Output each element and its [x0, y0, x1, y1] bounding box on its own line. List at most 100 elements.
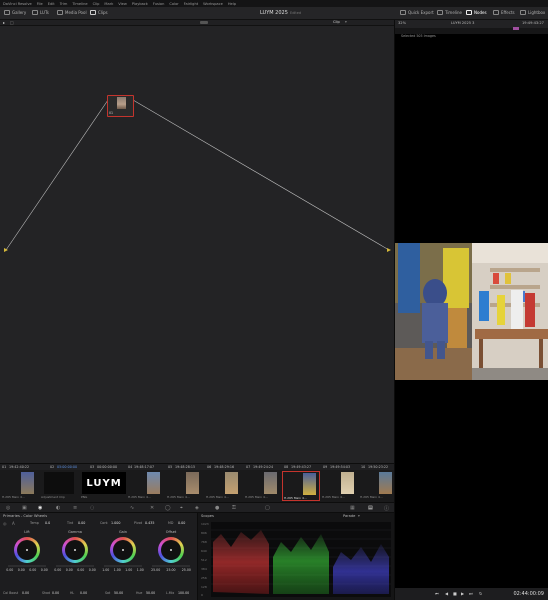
pivot-value[interactable]: 0.435 — [145, 521, 154, 525]
timeline-button[interactable]: Timeline — [437, 10, 462, 15]
tint-label: Tint — [67, 521, 74, 525]
menu-item-file[interactable]: File — [37, 2, 43, 6]
menu-item-fusion[interactable]: Fusion — [153, 2, 165, 6]
menu-item-fairlight[interactable]: Fairlight — [184, 2, 198, 6]
pointer-tool-icon[interactable]: ▸ — [3, 20, 5, 25]
clip-thumbnail[interactable]: H.265 Main 4... — [359, 471, 397, 501]
sizing-icon[interactable]: ▢ — [265, 505, 270, 511]
gamma-wheel[interactable] — [62, 537, 88, 563]
scope-mode-dropdown[interactable]: Parade — [343, 514, 355, 518]
col-boost-value[interactable]: 0.00 — [22, 591, 29, 595]
loop-icon[interactable]: ↻ — [479, 591, 482, 596]
gain-wheel[interactable] — [110, 537, 136, 563]
menu-item-playback[interactable]: Playback — [132, 2, 148, 6]
camera-raw-icon[interactable]: ◎ — [6, 505, 10, 511]
qualifier-icon[interactable]: ✕ — [150, 505, 154, 511]
clip-thumbnail[interactable]: H.265 Main 4... — [166, 471, 204, 501]
info-icon[interactable]: ⓘ — [384, 505, 389, 512]
offset-master-slider[interactable] — [152, 565, 190, 567]
node-editor[interactable] — [0, 26, 394, 463]
3d-icon[interactable]: ▦ — [350, 505, 355, 511]
nodes-button[interactable]: Nodes — [466, 10, 487, 15]
lift-master-slider[interactable] — [8, 565, 46, 567]
gamma-wheel-group: Gamma 0.00 0.00 0.00 0.00 — [52, 530, 98, 580]
clip-timecode: 19:42:40:22 — [9, 465, 30, 469]
auto-icon[interactable]: A — [12, 521, 15, 526]
blur-icon[interactable]: ● — [215, 505, 219, 511]
lum-mix-value[interactable]: 100.00 — [178, 591, 189, 595]
menu-item-workspace[interactable]: Workspace — [203, 2, 223, 6]
lift-wheel[interactable] — [14, 537, 40, 563]
color-swatch-icon[interactable] — [513, 27, 519, 30]
offset-wheel[interactable] — [158, 537, 184, 563]
gain-title: Gain — [118, 530, 128, 534]
md-label: MD — [168, 521, 174, 525]
gain-master-slider[interactable] — [104, 565, 142, 567]
play-icon[interactable]: ▶ — [461, 591, 464, 596]
auto-balance-icon[interactable]: ◎ — [3, 521, 7, 526]
menu-item-mark[interactable]: Mark — [104, 2, 113, 6]
menu-item-view[interactable]: View — [118, 2, 127, 6]
hue-value[interactable]: 50.00 — [146, 591, 155, 595]
gamma-master-slider[interactable] — [56, 565, 94, 567]
selected-images-label[interactable]: Selected 505 Images — [401, 34, 436, 38]
clips-button[interactable]: Clips — [90, 10, 108, 15]
color-match-icon[interactable]: ▣ — [22, 505, 27, 511]
menu-item-trim[interactable]: Trim — [60, 2, 68, 6]
effects-button[interactable]: Effects — [493, 10, 515, 15]
luts-button[interactable]: LUTs — [32, 10, 49, 15]
play-reverse-icon[interactable]: ◀ — [445, 591, 448, 596]
contrast-value[interactable]: 1.000 — [111, 521, 120, 525]
scopes-header: Scopes Parade ▾ — [198, 513, 395, 520]
export-icon — [400, 10, 406, 15]
scopes-icon[interactable]: ▤ — [368, 505, 373, 511]
clip-thumbnail[interactable]: H.265 Main 4... — [205, 471, 243, 501]
clip-number: 04 — [128, 465, 133, 469]
menu-item-app[interactable]: DaVinci Resolve — [3, 2, 32, 6]
magic-mask-icon[interactable]: ◈ — [195, 505, 199, 511]
tracker-icon[interactable]: ⌖ — [180, 505, 183, 511]
next-frame-icon[interactable]: ⏭ — [469, 591, 473, 596]
zoom-level[interactable]: 32% — [398, 21, 406, 25]
tint-value[interactable]: 0.00 — [78, 521, 85, 525]
menu-item-clip[interactable]: Clip — [93, 2, 100, 6]
window-icon[interactable]: ◯ — [165, 505, 171, 511]
previous-frame-icon[interactable]: ⏮ — [435, 591, 439, 596]
lightbox-button[interactable]: Lightbox — [520, 10, 545, 15]
motion-effects-icon[interactable]: ◌ — [90, 505, 94, 511]
clip-timecode: 05:00:00:00 — [57, 465, 78, 469]
media-pool-button[interactable]: Media Pool — [57, 10, 87, 15]
clip-dropdown[interactable]: Clip — [333, 20, 340, 24]
rgb-mixer-icon[interactable]: ≡ — [73, 505, 77, 511]
menu-item-color[interactable]: Color — [169, 2, 178, 6]
menu-item-help[interactable]: Help — [228, 2, 236, 6]
shad-value[interactable]: 0.00 — [52, 591, 59, 595]
clip-thumbnail[interactable]: Adjustment Clip — [40, 471, 78, 501]
clip-thumbnail[interactable]: H.265 Main 4... — [1, 471, 39, 501]
clip-thumbnail[interactable]: LUYM PNG — [80, 471, 127, 501]
sat-value[interactable]: 50.00 — [114, 591, 123, 595]
hdr-icon[interactable]: ◐ — [56, 505, 60, 511]
hand-tool-icon[interactable]: □ — [10, 20, 14, 25]
key-icon[interactable]: ⚿ — [232, 505, 236, 511]
curves-icon[interactable]: ∿ — [130, 505, 134, 511]
color-wheels-icon[interactable]: ◉ — [38, 505, 42, 511]
color-wheels-title: Primaries - Color Wheels — [3, 514, 48, 518]
md-value[interactable]: 0.00 — [178, 521, 185, 525]
clip-thumbnail[interactable]: H.265 Main 4... — [321, 471, 359, 501]
clip-thumbnail[interactable]: H.265 Main 4... — [127, 471, 165, 501]
menu-item-timeline[interactable]: Timeline — [72, 2, 87, 6]
clip-thumbnail[interactable]: H.265 Main 4... — [244, 471, 282, 501]
clip-thumbnail-selected[interactable]: H.265 Main 4... — [282, 471, 320, 501]
hl-value[interactable]: 0.00 — [80, 591, 87, 595]
quick-export-button[interactable]: Quick Export — [400, 10, 434, 15]
node-graph-page-dot[interactable] — [200, 21, 208, 24]
viewer-canvas[interactable] — [395, 34, 548, 589]
timeline-name[interactable]: LUYM 2025 3 — [451, 21, 474, 25]
temp-value[interactable]: 0.0 — [45, 521, 50, 525]
gallery-button[interactable]: Gallery — [4, 10, 26, 15]
stop-icon[interactable]: ■ — [453, 591, 457, 596]
corrector-node-01[interactable]: 01 — [107, 95, 134, 117]
menu-item-edit[interactable]: Edit — [48, 2, 55, 6]
luts-icon — [32, 10, 38, 15]
